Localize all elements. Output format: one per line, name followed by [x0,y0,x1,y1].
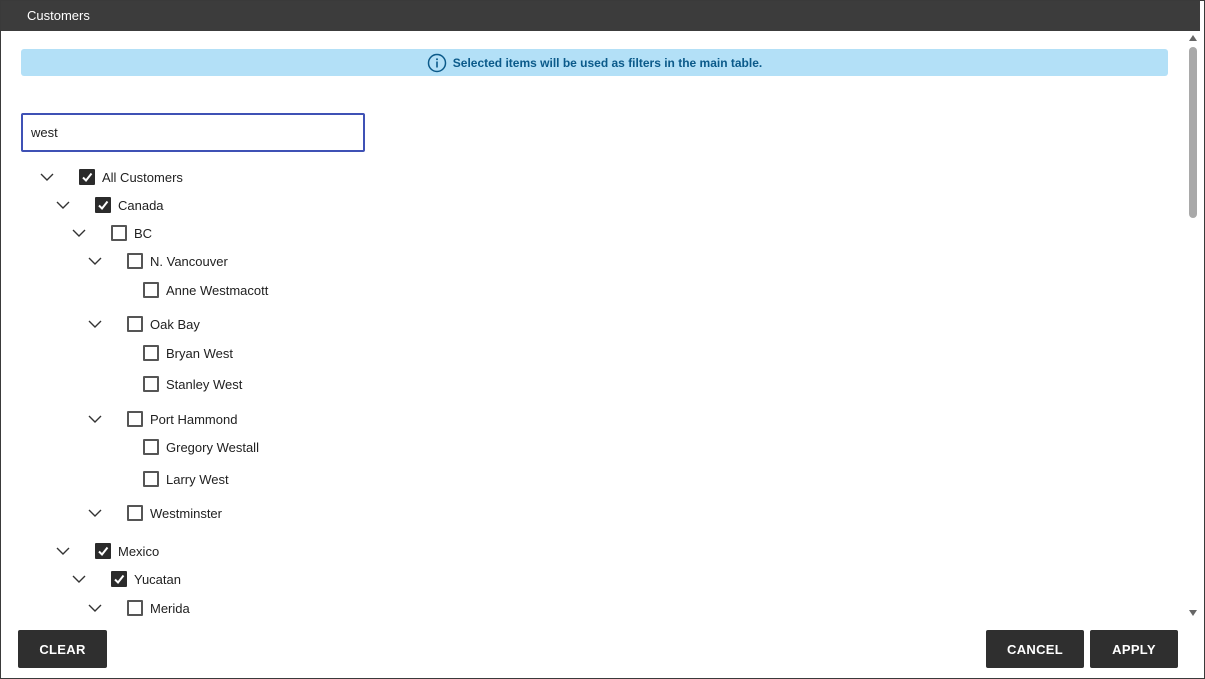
chevron-down-icon[interactable] [55,197,71,213]
search-input[interactable] [21,113,365,152]
dialog-title: Customers [1,1,1200,31]
scroll-down-icon[interactable] [1189,609,1197,617]
tree-item-label[interactable]: Oak Bay [150,317,200,332]
tree-item-label[interactable]: Port Hammond [150,412,237,427]
tree-item-label[interactable]: Merida [150,601,190,616]
tree-checkbox[interactable] [127,411,143,427]
tree-checkbox[interactable] [143,345,159,361]
tree-checkbox[interactable] [111,225,127,241]
tree-checkbox[interactable] [111,571,127,587]
tree-row: Port Hammond [87,405,237,433]
tree-item-label[interactable]: Gregory Westall [166,440,259,455]
checkmark-icon [98,200,109,211]
tree-row: Canada [55,191,164,219]
tree-checkbox[interactable] [143,282,159,298]
tree-checkbox[interactable] [95,543,111,559]
tree-row: Anne Westmacott [103,276,268,304]
tree-row: Larry West [103,465,229,493]
tree-row: Yucatan [71,565,181,593]
tree-checkbox[interactable] [143,471,159,487]
info-circle-icon [427,53,447,73]
tree-row: Oak Bay [87,310,200,338]
tree-checkbox[interactable] [79,169,95,185]
chevron-down-icon[interactable] [87,600,103,616]
tree-item-label[interactable]: N. Vancouver [150,254,228,269]
tree-checkbox[interactable] [127,316,143,332]
chevron-down-icon[interactable] [87,505,103,521]
tree-item-label[interactable]: Bryan West [166,346,233,361]
tree-row: Westminster [87,499,222,527]
tree-row: BC [71,219,152,247]
tree-row: Gregory Westall [103,433,259,461]
tree-item-label[interactable]: Westminster [150,506,222,521]
tree-row: Merida [87,594,190,618]
tree-row: Stanley West [103,370,242,398]
clear-button[interactable]: CLEAR [18,630,107,668]
chevron-down-icon[interactable] [39,169,55,185]
tree-item-label[interactable]: Larry West [166,472,229,487]
chevron-down-icon[interactable] [71,571,87,587]
tree-item-label[interactable]: Mexico [118,544,159,559]
chevron-down-icon[interactable] [87,316,103,332]
tree-row: All Customers [39,163,183,191]
chevron-down-icon[interactable] [55,543,71,559]
tree-item-label[interactable]: Yucatan [134,572,181,587]
tree-row: Mexico [55,537,159,565]
chevron-down-icon[interactable] [87,253,103,269]
info-message: Selected items will be used as filters i… [452,55,763,70]
scroll-up-icon[interactable] [1189,34,1197,42]
chevron-down-icon[interactable] [87,411,103,427]
tree-checkbox[interactable] [95,197,111,213]
scroll-thumb[interactable] [1189,47,1197,218]
tree-checkbox[interactable] [127,505,143,521]
chevron-down-icon[interactable] [71,225,87,241]
tree-checkbox[interactable] [143,439,159,455]
tree-row: N. Vancouver [87,247,228,275]
cancel-button[interactable]: CANCEL [986,630,1084,668]
checkmark-icon [114,574,125,585]
apply-button[interactable]: APPLY [1090,630,1178,668]
info-banner: Selected items will be used as filters i… [21,49,1168,76]
checkmark-icon [98,546,109,557]
tree-item-label[interactable]: Anne Westmacott [166,283,268,298]
tree-checkbox[interactable] [127,253,143,269]
customer-tree: All Customers Canada BC N. Vancouver Anne We… [1,163,1186,618]
tree-row: Bryan West [103,339,233,367]
customers-dialog: Customers Selected items will be used as… [0,0,1205,679]
tree-item-label[interactable]: BC [134,226,152,241]
checkmark-icon [82,172,93,183]
tree-checkbox[interactable] [143,376,159,392]
tree-checkbox[interactable] [127,600,143,616]
tree-item-label[interactable]: All Customers [102,170,183,185]
tree-item-label[interactable]: Stanley West [166,377,242,392]
tree-item-label[interactable]: Canada [118,198,164,213]
